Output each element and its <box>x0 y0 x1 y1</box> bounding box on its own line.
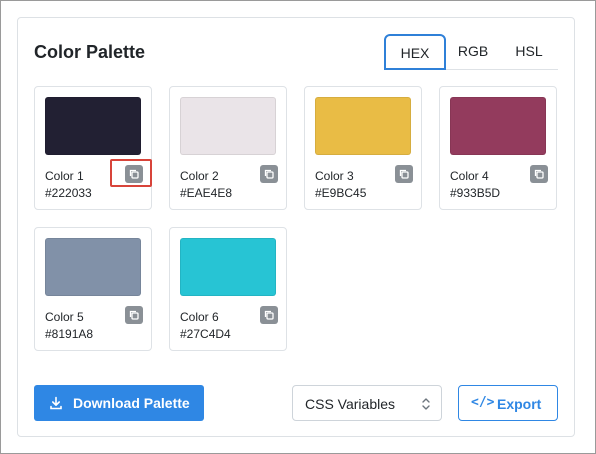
color-card-5: Color 5 #8191A8 <box>34 227 152 351</box>
focus-highlight <box>110 159 152 187</box>
export-label: Export <box>497 396 542 412</box>
copy-button[interactable] <box>260 306 278 324</box>
color-hex: #933B5D <box>450 186 501 200</box>
copy-icon <box>534 169 544 179</box>
color-swatch[interactable] <box>45 238 141 296</box>
color-hex: #27C4D4 <box>180 327 231 341</box>
color-name: Color 3 <box>315 169 354 183</box>
copy-icon <box>129 310 139 320</box>
chevron-up-down-icon <box>422 398 430 410</box>
color-hex: #EAE4E8 <box>180 186 233 200</box>
export-button[interactable]: </> Export <box>458 385 558 421</box>
color-card-2: Color 2 #EAE4E8 <box>169 86 287 210</box>
copy-icon <box>264 310 274 320</box>
tab-hex[interactable]: HEX <box>384 34 446 70</box>
copy-button[interactable] <box>260 165 278 183</box>
color-swatch[interactable] <box>450 97 546 155</box>
tab-hsl[interactable]: HSL <box>500 34 558 70</box>
format-tabs: HEX RGB HSL <box>384 34 558 70</box>
palette-card: Color Palette HEX RGB HSL Color 1 #22203… <box>17 17 575 437</box>
color-name: Color 5 <box>45 310 84 324</box>
download-icon <box>50 396 62 410</box>
color-hex: #8191A8 <box>45 327 94 341</box>
color-name: Color 6 <box>180 310 219 324</box>
color-hex: #222033 <box>45 186 92 200</box>
format-select-value: CSS Variables <box>305 396 396 412</box>
copy-button[interactable] <box>125 306 143 324</box>
code-icon: </> <box>471 395 495 410</box>
format-select[interactable]: CSS Variables <box>292 385 442 421</box>
page-title: Color Palette <box>34 42 146 62</box>
copy-icon <box>264 169 274 179</box>
color-card-3: Color 3 #E9BC45 <box>304 86 422 210</box>
download-label: Download Palette <box>73 395 190 411</box>
color-card-1: Color 1 #222033 <box>34 86 152 210</box>
tab-rgb[interactable]: RGB <box>446 34 500 70</box>
copy-button[interactable] <box>395 165 413 183</box>
color-swatch[interactable] <box>45 97 141 155</box>
color-swatch[interactable] <box>315 97 411 155</box>
color-name: Color 4 <box>450 169 489 183</box>
color-card-4: Color 4 #933B5D <box>439 86 557 210</box>
color-hex: #E9BC45 <box>315 186 367 200</box>
color-swatch[interactable] <box>180 97 276 155</box>
copy-button[interactable] <box>530 165 548 183</box>
copy-icon <box>399 169 409 179</box>
color-card-6: Color 6 #27C4D4 <box>169 227 287 351</box>
download-palette-button[interactable]: Download Palette <box>34 385 204 421</box>
window: Color Palette HEX RGB HSL Color 1 #22203… <box>0 0 596 454</box>
color-name: Color 2 <box>180 169 219 183</box>
color-swatch[interactable] <box>180 238 276 296</box>
color-name: Color 1 <box>45 169 84 183</box>
